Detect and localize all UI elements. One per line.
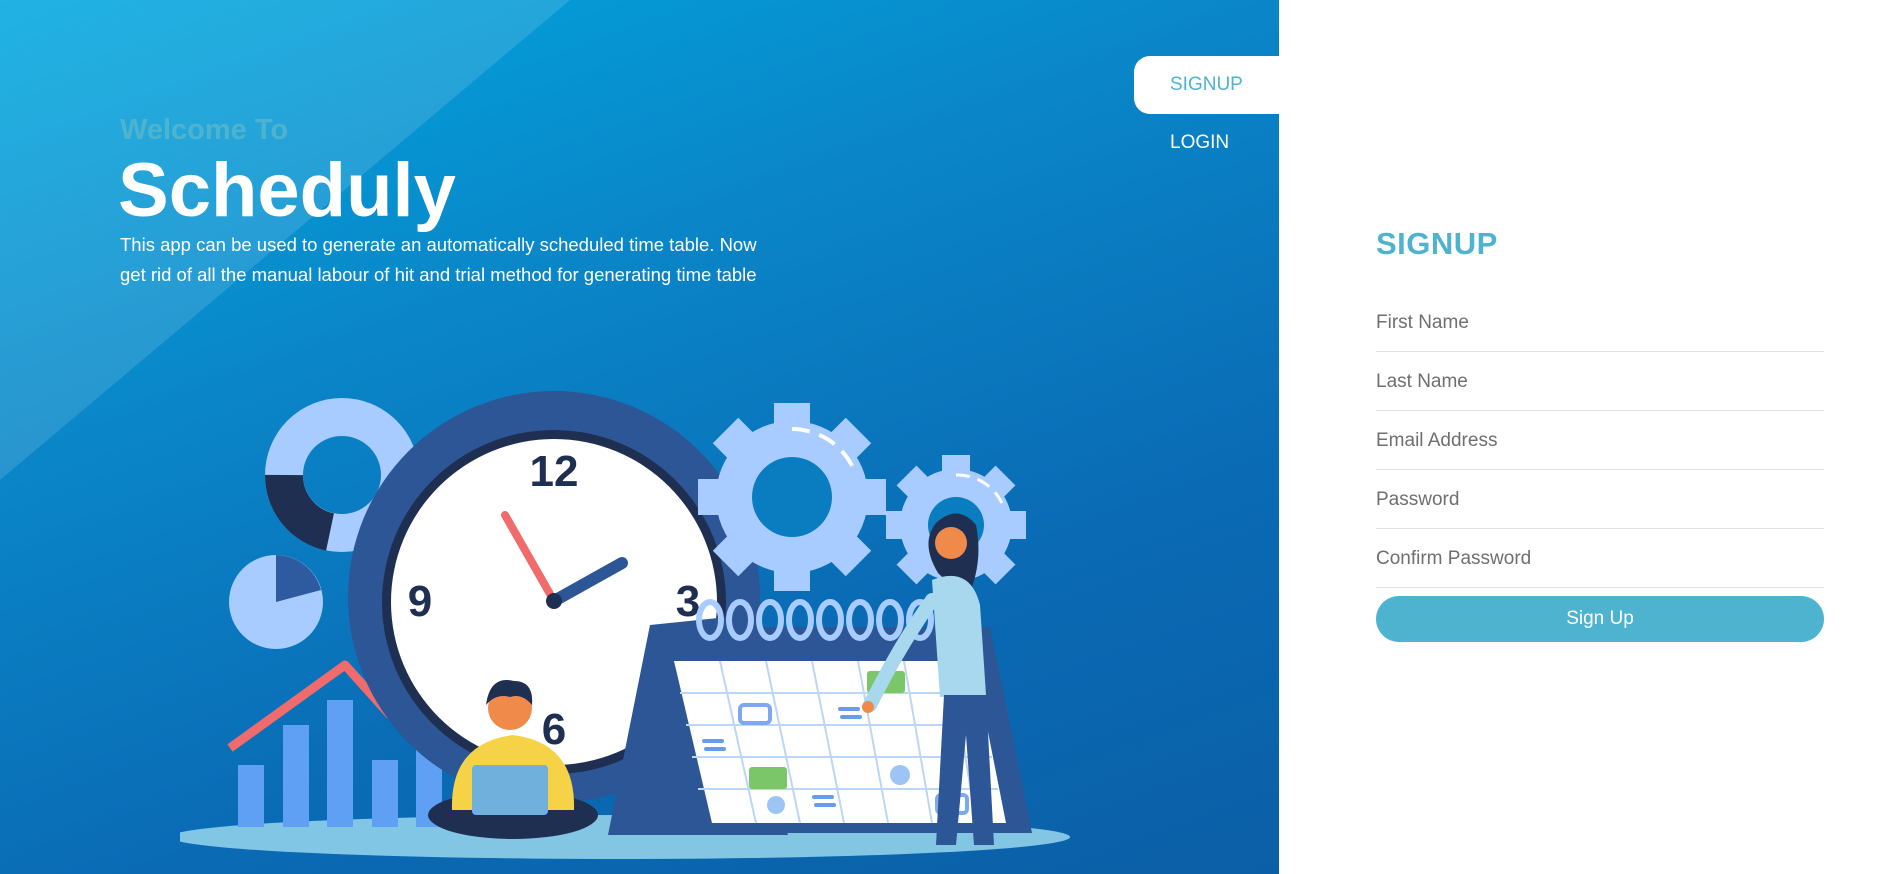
clock-12: 12 [530, 447, 579, 496]
app-description: This app can be used to generate an auto… [120, 234, 757, 285]
tab-login[interactable]: LOGIN [1134, 114, 1279, 172]
clock-9: 9 [408, 577, 432, 626]
password-field[interactable] [1376, 471, 1824, 529]
first-name-field[interactable] [1376, 294, 1824, 352]
email-field[interactable] [1376, 412, 1824, 470]
hero-panel: Welcome To Scheduly This app can be used… [0, 0, 1279, 874]
last-name-field[interactable] [1376, 353, 1824, 411]
signup-button[interactable]: Sign Up [1376, 596, 1824, 642]
signup-panel: SIGNUP Sign Up [1279, 0, 1891, 874]
tab-signup[interactable]: SIGNUP [1134, 56, 1279, 114]
app-title: Scheduly [118, 148, 456, 233]
auth-tabs: SIGNUP LOGIN [1134, 56, 1279, 172]
welcome-text: Welcome To [120, 114, 289, 146]
signup-form-title: SIGNUP [1376, 226, 1498, 261]
confirm-password-field[interactable] [1376, 530, 1824, 588]
scheduling-illustration: 12 3 6 9 [180, 391, 1070, 859]
gear-icon [698, 403, 886, 591]
pie-chart-icon [229, 555, 323, 649]
